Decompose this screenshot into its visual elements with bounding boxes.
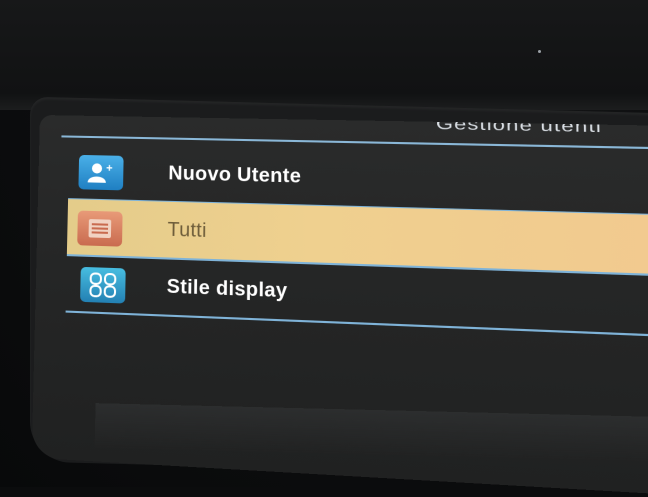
user-list-icon: [77, 210, 123, 247]
menu-item-label: Nuovo Utente: [168, 162, 302, 188]
device-top-edge: [0, 0, 648, 110]
dust-speck: [538, 50, 541, 53]
user-management-menu: + Nuovo Utente Tutti Stile display: [65, 144, 648, 339]
display-style-icon: [80, 266, 126, 304]
menu-item-label: Stile display: [166, 275, 288, 302]
svg-text:+: +: [106, 162, 113, 174]
menu-item-label: Tutti: [167, 218, 207, 242]
add-user-icon: +: [78, 154, 124, 190]
